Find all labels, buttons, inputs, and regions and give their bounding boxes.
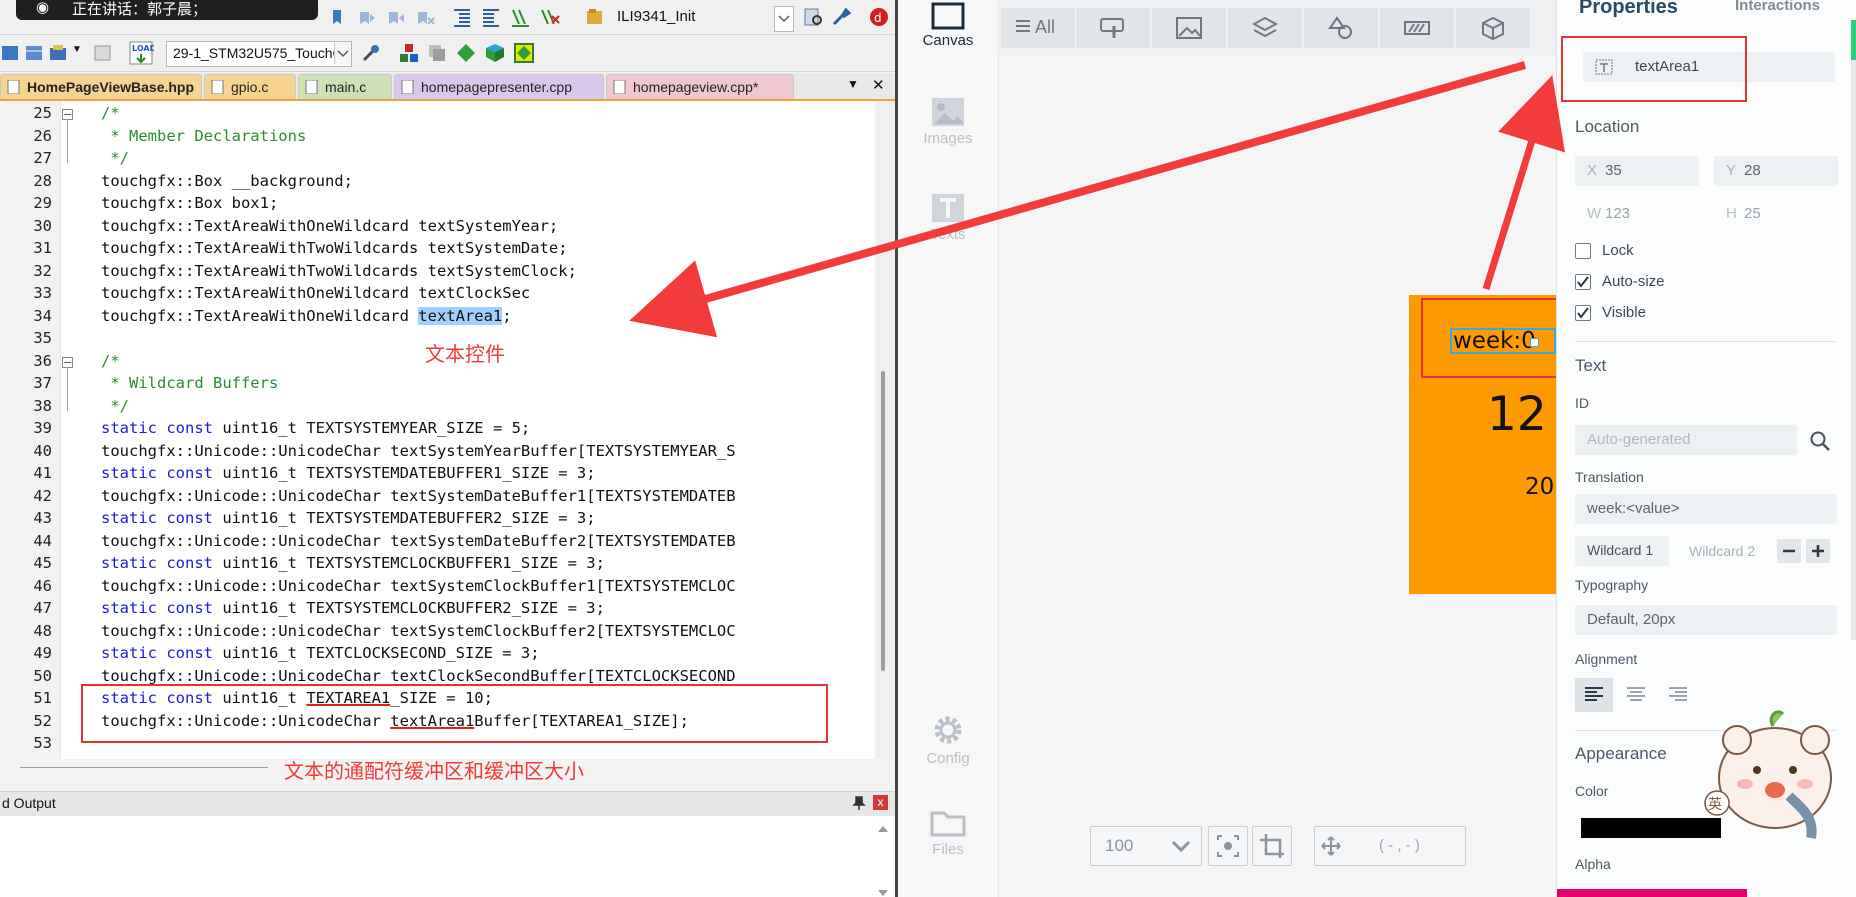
arrow-to-code	[629, 61, 1527, 338]
arrow-to-properties	[1482, 75, 1565, 291]
annotation-arrows	[629, 61, 1565, 338]
